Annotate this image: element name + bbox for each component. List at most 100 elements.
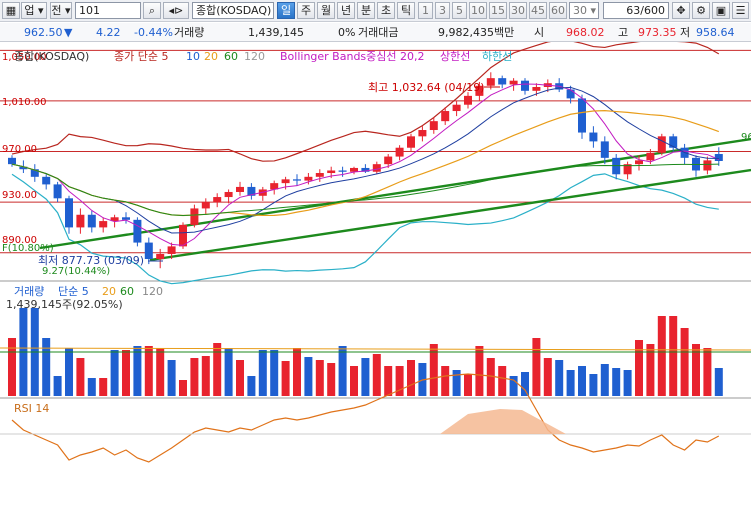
right-edge-label: 96: [741, 132, 751, 143]
search-icon[interactable]: ⌕: [143, 2, 161, 19]
candle-body: [578, 98, 586, 133]
interval-60[interactable]: 60: [549, 2, 567, 19]
volume-bar: [8, 338, 16, 396]
volume-bar: [167, 360, 176, 396]
legend-lower: 하한선: [482, 49, 512, 63]
volume-bar: [99, 378, 108, 396]
period-week[interactable]: 주: [297, 2, 315, 19]
volume-bar: [464, 374, 472, 396]
volume-bar: [213, 343, 222, 396]
interval-1[interactable]: 1: [418, 2, 433, 19]
type-select[interactable]: 전 ▾: [50, 2, 72, 19]
interval-10[interactable]: 10: [469, 2, 487, 19]
volume-bar: [475, 346, 484, 396]
candle-body: [338, 170, 347, 172]
interval-15[interactable]: 15: [489, 2, 507, 19]
chart-area[interactable]: 1,050.00 1,010.00 970.00 930.00 890.00 종…: [0, 39, 751, 512]
candle-body: [190, 208, 199, 225]
interval-3[interactable]: 3: [435, 2, 450, 19]
volume-legend-ma120: 120: [142, 285, 163, 298]
period-year[interactable]: 년: [337, 2, 355, 19]
candle-body: [350, 167, 358, 172]
open-label: 시: [534, 26, 545, 39]
stock-chart[interactable]: 1,050.00 1,010.00 970.00 930.00 890.00 종…: [0, 39, 751, 512]
interval-5[interactable]: 5: [452, 2, 467, 19]
open-value: 968.02: [566, 26, 605, 39]
candle-body: [281, 179, 290, 184]
period-day[interactable]: 일: [277, 2, 295, 19]
high-label: 고: [618, 26, 629, 39]
volume-bar: [304, 357, 313, 396]
period-minute[interactable]: 분: [357, 2, 375, 19]
candle-body: [509, 80, 518, 85]
volume-bar: [407, 360, 415, 396]
count-value: 63: [626, 4, 641, 17]
save-icon[interactable]: ▣: [712, 2, 730, 19]
candle-body: [8, 157, 16, 165]
volume-bar: [532, 338, 541, 396]
low-value: 958.64: [696, 26, 735, 39]
volume-bar: [623, 370, 632, 396]
candle-body: [122, 217, 130, 220]
candle-body: [42, 176, 51, 185]
volume-bar: [293, 348, 301, 396]
current-price: 962.50: [24, 26, 63, 39]
period-tick[interactable]: 틱: [397, 2, 415, 19]
candle-body: [201, 202, 210, 209]
candle-body: [53, 184, 62, 199]
period-month[interactable]: 월: [317, 2, 335, 19]
volume-bar: [600, 364, 609, 396]
volume-bar: [338, 346, 347, 396]
legend-title: 종합(KOSDAQ): [14, 50, 89, 63]
volume-bar: [589, 374, 598, 396]
volume-ratio: 0%: [338, 26, 356, 39]
volume-bar: [270, 350, 279, 396]
candle-body: [521, 80, 529, 91]
candle-body: [566, 89, 575, 99]
volume-legend-ma20: 20: [102, 285, 116, 298]
volume-bar: [657, 316, 666, 396]
candle-body: [167, 246, 176, 254]
candle-body: [600, 141, 609, 158]
menu-icon[interactable]: ▦: [2, 2, 20, 19]
volume-bar: [65, 348, 73, 396]
candle-body: [99, 221, 108, 228]
candle-body: [464, 95, 472, 105]
amount-value: 9,982,435백만: [438, 26, 515, 39]
interval-45[interactable]: 45: [529, 2, 547, 19]
volume-max-label: 1,439,145주(92.05%): [6, 298, 123, 311]
legend-ma20: 20: [204, 50, 218, 63]
candle-body: [486, 78, 495, 86]
interval-select[interactable]: 30 ▾: [569, 2, 599, 19]
type-select-label: 전: [51, 4, 62, 17]
volume-legend: 거래량 단순 5 20 60 120 1,439,145주(92.05%): [6, 285, 163, 311]
candle-body: [236, 186, 244, 192]
rsi-legend: RSI 14: [14, 402, 49, 415]
expand-icon[interactable]: ✥: [672, 2, 690, 19]
market-name: 종합(KOSDAQ): [196, 4, 272, 17]
count-field[interactable]: 63/600: [603, 2, 669, 19]
candle-body: [133, 219, 142, 243]
high-annotation: 최고 1,032.64 (04/19): [368, 81, 485, 94]
market-select[interactable]: 업 ▾: [21, 2, 47, 19]
volume-bar: [384, 366, 393, 396]
period-second[interactable]: 초: [377, 2, 395, 19]
market-name-field[interactable]: 종합(KOSDAQ): [192, 2, 274, 19]
interval-select-value: 30: [573, 4, 587, 17]
volume-bar: [110, 350, 119, 396]
settings-icon[interactable]: ⚙: [692, 2, 710, 19]
volume-bar: [247, 376, 256, 396]
candle-body: [213, 197, 222, 203]
legend-ma60: 60: [224, 50, 238, 63]
code-input[interactable]: 101: [75, 2, 141, 19]
ytick-970: 970.00: [2, 144, 37, 155]
candle-body: [76, 214, 85, 228]
interval-30[interactable]: 30: [509, 2, 527, 19]
sound-icon[interactable]: ◂⊳: [163, 2, 189, 19]
list-icon[interactable]: ☰: [732, 2, 749, 19]
volume-bar: [281, 361, 290, 396]
volume-bar: [703, 348, 712, 396]
volume-bar: [224, 348, 233, 396]
left-marker-2: 9.27(10.44%): [42, 266, 110, 277]
candle-body: [384, 156, 393, 165]
